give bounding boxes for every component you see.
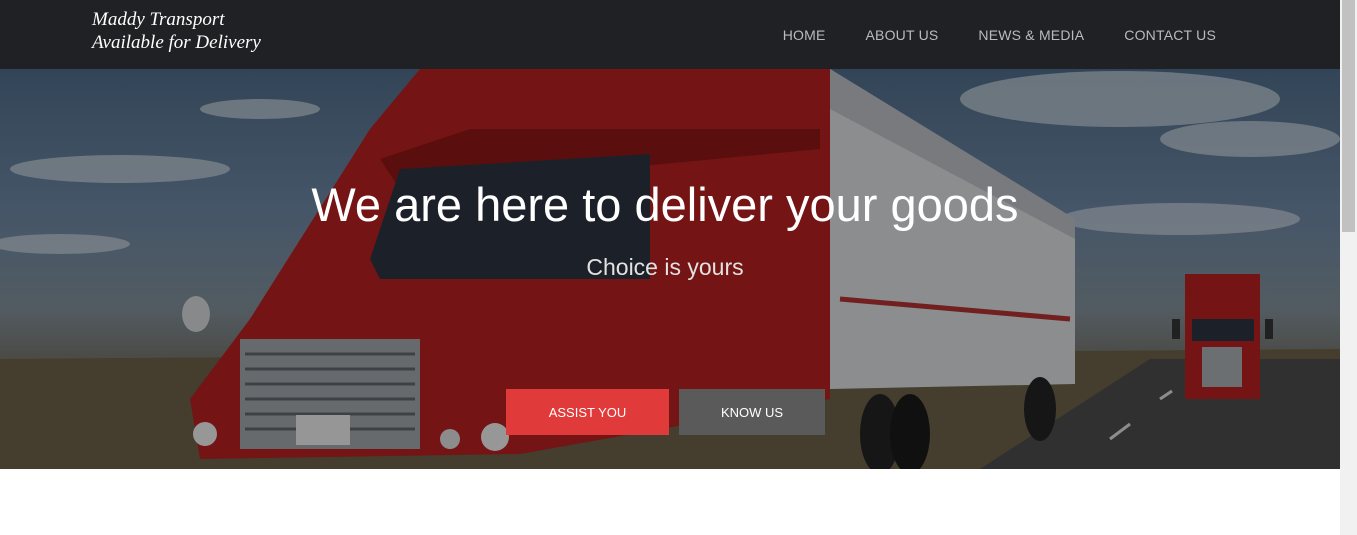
brand-name: Maddy Transport (92, 9, 225, 30)
brand-logo[interactable]: Maddy Transport Available for Delivery (92, 8, 261, 54)
nav-contact-us[interactable]: CONTACT US (1124, 27, 1216, 43)
hero-banner: We are here to deliver your goods Choice… (0, 69, 1340, 469)
nav-home[interactable]: HOME (783, 27, 826, 43)
nav-about-us[interactable]: ABOUT US (866, 27, 939, 43)
page-scrollbar[interactable] (1340, 0, 1357, 535)
page: Maddy Transport Available for Delivery H… (0, 0, 1340, 535)
hero-title: We are here to deliver your goods (311, 178, 1019, 231)
know-us-button[interactable]: KNOW US (679, 389, 825, 435)
scrollbar-thumb[interactable] (1342, 0, 1355, 232)
navbar: Maddy Transport Available for Delivery H… (0, 0, 1340, 69)
hero-subtitle: Choice is yours (586, 254, 744, 280)
main-nav: HOME ABOUT US NEWS & MEDIA CONTACT US (743, 0, 1216, 69)
nav-news-media[interactable]: NEWS & MEDIA (978, 27, 1084, 43)
brand-tagline: Available for Delivery (92, 32, 261, 53)
assist-you-button[interactable]: ASSIST YOU (506, 389, 669, 435)
